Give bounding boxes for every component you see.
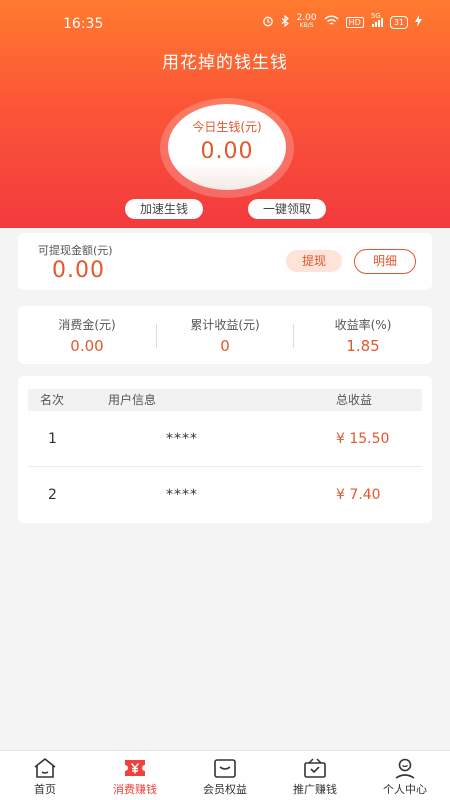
collect-all-button[interactable]: 一键领取 (248, 199, 326, 219)
stat-total-earnings: 累计收益(元) 0 (156, 306, 294, 364)
header-user: 用户信息 (108, 393, 157, 407)
header-rank: 名次 (40, 393, 65, 407)
alarm-icon (262, 15, 274, 30)
nav-label: 个人中心 (383, 783, 427, 796)
stat-label: 累计收益(元) (190, 318, 260, 332)
withdrawable-label: 可提现金额(元) (38, 244, 113, 257)
wifi-icon (324, 15, 339, 29)
nav-item-home[interactable]: 首页 (0, 751, 90, 800)
signal-label: 5G (370, 11, 381, 20)
hd-badge: HD (345, 16, 364, 28)
ranking-header: 名次 用户信息 总收益 (28, 389, 422, 411)
today-earnings-circle: 今日生钱(元) 0.00 (168, 104, 286, 190)
stat-yield-rate: 收益率(%) 1.85 (294, 306, 432, 364)
withdraw-button[interactable]: 提现 (286, 250, 342, 272)
speed-unit: KB/S (299, 22, 314, 29)
today-earnings-value: 0.00 (200, 139, 254, 164)
nav-label: 会员权益 (203, 783, 247, 796)
table-row: 2 **** ¥ 7.40 (28, 467, 422, 523)
nav-label: 推广赚钱 (293, 783, 337, 796)
stats-card: 消费金(元) 0.00 累计收益(元) 0 收益率(%) 1.85 (18, 306, 432, 364)
battery-indicator: 31 (389, 15, 408, 29)
row-earnings: ¥ 7.40 (336, 487, 381, 503)
nav-item-profile[interactable]: 个人中心 (360, 751, 450, 800)
status-icons: 2.00 KB/S HD 5G 31 (262, 12, 422, 30)
status-time: 16:35 (63, 16, 104, 32)
stat-value: 0.00 (70, 337, 104, 355)
network-speed: 2.00 KB/S (297, 14, 317, 30)
speed-up-button[interactable]: 加速生钱 (125, 199, 203, 219)
yen-ticket-icon (125, 760, 145, 776)
header-total: 总收益 (336, 393, 373, 407)
nav-label: 消费赚钱 (113, 783, 157, 796)
charging-icon (415, 14, 422, 30)
withdrawable-value: 0.00 (52, 258, 105, 283)
stat-label: 消费金(元) (58, 318, 116, 332)
withdraw-card: 可提现金额(元) 0.00 提现 明细 (18, 233, 432, 290)
signal-icon: 5G (371, 12, 383, 29)
nav-item-member-benefits[interactable]: 会员权益 (180, 751, 270, 800)
speed-value: 2.00 (296, 13, 317, 23)
today-earnings-label: 今日生钱(元) (192, 120, 262, 134)
person-icon (395, 758, 415, 779)
ranking-card: 名次 用户信息 总收益 1 **** ¥ 15.50 2 **** ¥ 7.40 (18, 376, 432, 523)
row-earnings: ¥ 15.50 (336, 431, 390, 447)
row-user: **** (166, 431, 198, 447)
row-rank: 2 (48, 487, 57, 503)
gift-box-icon (304, 758, 326, 778)
status-bar: 16:35 2.00 KB/S HD 5G 31 (0, 0, 450, 44)
stat-label: 收益率(%) (334, 318, 392, 332)
home-icon (34, 758, 56, 778)
bottom-nav: 首页 消费赚钱 会员权益 推广赚钱 个人中心 (0, 750, 450, 800)
page-title: 用花掉的钱生钱 (162, 53, 288, 73)
stat-value: 0 (220, 337, 230, 355)
nav-label: 首页 (34, 783, 56, 796)
divider (156, 324, 157, 348)
nav-item-promote-earn[interactable]: 推广赚钱 (270, 751, 360, 800)
wallet-icon (214, 759, 236, 778)
row-rank: 1 (48, 431, 57, 447)
stat-value: 1.85 (346, 337, 380, 355)
bluetooth-icon (281, 14, 290, 30)
stat-consumption: 消费金(元) 0.00 (18, 306, 156, 364)
row-user: **** (166, 487, 198, 503)
nav-item-consume-earn[interactable]: 消费赚钱 (90, 751, 180, 800)
detail-button[interactable]: 明细 (354, 249, 416, 274)
table-row: 1 **** ¥ 15.50 (28, 411, 422, 467)
